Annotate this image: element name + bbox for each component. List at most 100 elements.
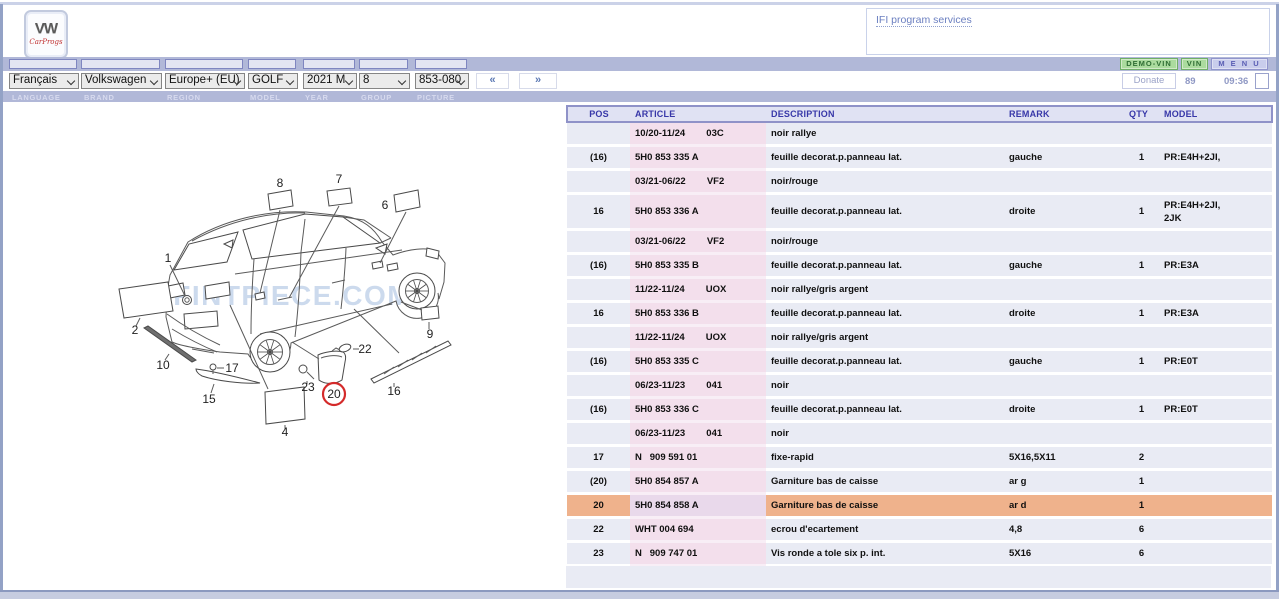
cell-pos: (20)	[567, 469, 630, 495]
callout-15[interactable]: 15	[202, 392, 216, 406]
select-year[interactable]: 2021 M	[303, 73, 357, 89]
time-value: 09:36	[1224, 76, 1249, 87]
input-language[interactable]	[9, 59, 77, 69]
cell-model: PR:E0T	[1159, 397, 1272, 423]
cell-qty	[1124, 421, 1159, 447]
callout-8[interactable]: 8	[277, 176, 284, 190]
parts-table-header: POS ARTICLE DESCRIPTION REMARK QTY MODEL	[566, 105, 1273, 123]
service-panel: IFI program services	[866, 8, 1270, 55]
table-row[interactable]: 11/22-11/24 UOX noir rallye/gris argent	[567, 277, 1272, 303]
input-group[interactable]	[359, 59, 408, 69]
vin-button[interactable]: VIN	[1181, 58, 1208, 70]
select-brand-value: Volkswagen	[85, 74, 147, 86]
cell-qty	[1124, 169, 1159, 195]
cell-article: 5H0 853 336 B	[630, 301, 766, 327]
cell-remark: ar g	[1004, 469, 1124, 495]
cell-description: feuille decorat.p.panneau lat.	[766, 193, 1004, 231]
table-row[interactable]: 03/21-06/22 VF2 noir/rouge	[567, 229, 1272, 255]
callout-7[interactable]: 7	[336, 172, 343, 186]
callout-23[interactable]: 23	[301, 380, 315, 394]
table-row[interactable]: 10/20-11/24 03C noir rallye	[567, 122, 1272, 147]
ifi-program-services-link[interactable]: IFI program services	[876, 14, 972, 27]
cell-qty	[1124, 122, 1159, 147]
table-row[interactable]: 16 5H0 853 336 A feuille decorat.p.panne…	[567, 193, 1272, 231]
watermark-text: IFINTPIECE.COM	[164, 280, 412, 311]
table-row[interactable]: (16) 5H0 853 335 B feuille decorat.p.pan…	[567, 253, 1272, 279]
cell-pos: (16)	[567, 397, 630, 423]
cell-remark	[1004, 122, 1124, 147]
table-row[interactable]: 03/21-06/22 VF2 noir/rouge	[567, 169, 1272, 195]
table-row[interactable]: 20 5H0 854 858 A Garniture bas de caisse…	[567, 493, 1272, 519]
select-region-value: Europe+ (EU)	[169, 74, 240, 86]
input-brand[interactable]	[81, 59, 160, 69]
callout-16[interactable]: 16	[387, 384, 401, 398]
select-picture[interactable]: 853-080	[415, 73, 469, 89]
parts-table: POS ARTICLE DESCRIPTION REMARK QTY MODEL…	[566, 105, 1273, 567]
cell-article: 5H0 854 857 A	[630, 469, 766, 495]
cell-article: 11/22-11/24 UOX	[630, 277, 766, 303]
callout-2[interactable]: 2	[132, 323, 139, 337]
cell-remark: gauche	[1004, 253, 1124, 279]
table-row[interactable]: 23 N 909 747 01 Vis ronde a tole six p. …	[567, 541, 1272, 567]
menu-button[interactable]: M E N U	[1211, 58, 1268, 70]
table-row[interactable]: 06/23-11/23 041 noir	[567, 421, 1272, 447]
label-picture: PICTURE	[417, 92, 455, 102]
select-region[interactable]: Europe+ (EU)	[165, 73, 245, 89]
cell-qty: 1	[1124, 301, 1159, 327]
table-row[interactable]: (16) 5H0 853 335 A feuille decorat.p.pan…	[567, 145, 1272, 171]
callout-10[interactable]: 10	[156, 358, 170, 372]
input-year[interactable]	[303, 59, 355, 69]
cell-description: Garniture bas de caisse	[766, 469, 1004, 495]
table-row[interactable]: (20) 5H0 854 857 A Garniture bas de cais…	[567, 469, 1272, 495]
table-row[interactable]: 06/23-11/23 041 noir	[567, 373, 1272, 399]
select-picture-value: 853-080	[419, 74, 462, 86]
callout-20[interactable]: 20	[327, 387, 341, 401]
cell-remark	[1004, 229, 1124, 255]
cell-pos	[567, 373, 630, 399]
input-region[interactable]	[165, 59, 243, 69]
cell-description: noir	[766, 373, 1004, 399]
cell-pos	[567, 229, 630, 255]
callout-22[interactable]: 22	[358, 342, 372, 356]
cell-article: 11/22-11/24 UOX	[630, 325, 766, 351]
input-picture[interactable]	[415, 59, 467, 69]
cell-model: PR:E4H+2JI,	[1159, 145, 1272, 171]
cell-remark: 5X16	[1004, 541, 1124, 567]
select-model[interactable]: GOLF	[248, 73, 298, 89]
callout-4[interactable]: 4	[282, 425, 289, 439]
select-group[interactable]: 8	[359, 73, 410, 89]
chevron-down-icon	[397, 76, 407, 86]
cell-qty	[1124, 277, 1159, 303]
chevron-down-icon	[344, 76, 354, 86]
cell-article: 5H0 853 336 C	[630, 397, 766, 423]
cell-qty: 6	[1124, 541, 1159, 567]
cell-model	[1159, 122, 1272, 147]
table-row[interactable]: 11/22-11/24 UOX noir rallye/gris argent	[567, 325, 1272, 351]
cell-qty: 1	[1124, 253, 1159, 279]
callout-1[interactable]: 1	[165, 251, 172, 265]
next-picture-button[interactable]: »	[519, 73, 557, 89]
donate-button[interactable]: Donate	[1122, 73, 1176, 89]
select-language[interactable]: Français	[9, 73, 79, 89]
cell-model: PR:E3A	[1159, 301, 1272, 327]
cell-qty: 1	[1124, 397, 1159, 423]
callout-9[interactable]: 9	[427, 327, 434, 341]
mini-input[interactable]	[1255, 73, 1269, 89]
input-model[interactable]	[248, 59, 296, 69]
counter-value: 89	[1185, 76, 1196, 87]
table-row[interactable]: 16 5H0 853 336 B feuille decorat.p.panne…	[567, 301, 1272, 327]
select-brand[interactable]: Volkswagen	[81, 73, 162, 89]
cell-pos: 22	[567, 517, 630, 543]
cell-remark: droite	[1004, 301, 1124, 327]
table-row[interactable]: 17 N 909 591 01 fixe-rapid 5X16,5X11 2	[567, 445, 1272, 471]
table-row[interactable]: 22 WHT 004 694 ecrou d'ecartement 4,8 6	[567, 517, 1272, 543]
callout-17[interactable]: 17	[225, 361, 239, 375]
table-row[interactable]: (16) 5H0 853 335 C feuille decorat.p.pan…	[567, 349, 1272, 375]
table-row[interactable]: (16) 5H0 853 336 C feuille decorat.p.pan…	[567, 397, 1272, 423]
brand-logo[interactable]: VW CarProgs	[24, 10, 68, 59]
cell-description: noir rallye/gris argent	[766, 325, 1004, 351]
demo-vin-button[interactable]: DEMO-VIN	[1120, 58, 1178, 70]
callout-6[interactable]: 6	[382, 198, 389, 212]
cell-article: 5H0 853 335 B	[630, 253, 766, 279]
previous-picture-button[interactable]: «	[476, 73, 509, 89]
